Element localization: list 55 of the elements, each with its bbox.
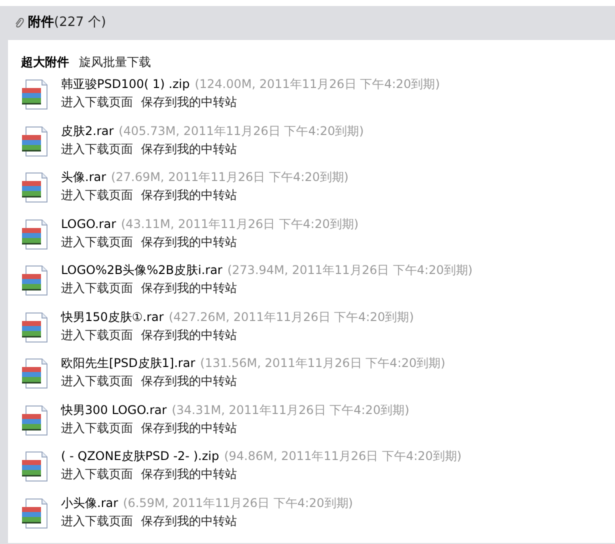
file-action-link[interactable]: 进入下载页面: [61, 140, 133, 158]
file-action-link[interactable]: 保存到我的中转站: [141, 140, 237, 158]
archive-file-icon: [21, 126, 49, 158]
file-action-link[interactable]: 保存到我的中转站: [141, 418, 237, 436]
attachment-count: (227 个): [54, 14, 106, 32]
file-name-link[interactable]: 头像.rar: [61, 168, 106, 186]
file-action-link[interactable]: 进入下载页面: [61, 418, 133, 436]
file-meta: (6.59M, 2011年11月26日 下午4:20到期): [123, 494, 353, 512]
file-meta: (43.11M, 2011年11月26日 下午4:20到期): [121, 216, 359, 232]
file-meta: (427.26M, 2011年11月26日 下午4:20到期): [168, 308, 414, 326]
file-meta: (273.94M, 2011年11月26日 下午4:20到期): [227, 262, 473, 279]
file-action-link[interactable]: 保存到我的中转站: [141, 372, 237, 390]
archive-file-icon: [21, 312, 49, 344]
file-action-link[interactable]: 进入下载页面: [61, 93, 133, 111]
file-action-link[interactable]: 保存到我的中转站: [141, 186, 237, 204]
paperclip-icon: [14, 17, 24, 29]
file-name-link[interactable]: LOGO.rar: [61, 214, 116, 232]
file-action-link[interactable]: 保存到我的中转站: [141, 326, 237, 344]
file-meta: (34.31M, 2011年11月26日 下午4:20到期): [172, 402, 410, 418]
archive-file-icon: [21, 498, 49, 530]
file-action-link[interactable]: 进入下载页面: [61, 186, 133, 204]
file-name-link[interactable]: LOGO%2B头像%2B皮肤i.rar: [61, 261, 222, 279]
header-title: 附件: [28, 14, 54, 32]
file-name-link[interactable]: 小头像.rar: [61, 494, 118, 512]
archive-file-icon: [21, 404, 49, 436]
file-name-link[interactable]: 欧阳先生[PSD皮肤1].rar: [61, 354, 196, 372]
file-meta: (124.00M, 2011年11月26日 下午4:20到期): [194, 76, 440, 93]
file-meta: (405.73M, 2011年11月26日 下午4:20到期): [118, 122, 364, 140]
file-action-link[interactable]: 进入下载页面: [61, 465, 133, 483]
file-action-link[interactable]: 进入下载页面: [61, 232, 133, 250]
file-meta: (27.69M, 2011年11月26日 下午4:20到期): [111, 169, 349, 186]
file-action-link[interactable]: 保存到我的中转站: [141, 279, 237, 297]
section-label: 超大附件: [21, 54, 69, 71]
file-action-link[interactable]: 保存到我的中转站: [141, 465, 237, 483]
file-action-link[interactable]: 保存到我的中转站: [141, 232, 237, 250]
archive-file-icon: [21, 218, 49, 250]
file-action-link[interactable]: 进入下载页面: [61, 279, 133, 297]
archive-file-icon: [21, 79, 49, 111]
archive-file-icon: [21, 358, 49, 390]
file-name-link[interactable]: 快男150皮肤①.rar: [61, 308, 164, 326]
file-action-link[interactable]: 保存到我的中转站: [141, 93, 237, 111]
file-name-link[interactable]: 韩亚骏PSD100( 1) .zip: [61, 75, 190, 93]
file-action-link[interactable]: 保存到我的中转站: [141, 512, 237, 530]
file-action-link[interactable]: 进入下载页面: [61, 372, 133, 390]
archive-file-icon: [21, 172, 49, 204]
file-action-link[interactable]: 进入下载页面: [61, 512, 133, 530]
archive-file-icon: [21, 451, 49, 483]
file-name-link[interactable]: ( - QZONE皮肤PSD -2- ).zip: [61, 447, 220, 465]
file-name-link[interactable]: 快男300 LOGO.rar: [61, 400, 167, 418]
file-action-link[interactable]: 进入下载页面: [61, 326, 133, 344]
file-meta: (94.86M, 2011年11月26日 下午4:20到期): [224, 448, 462, 465]
batch-download-link[interactable]: 旋风批量下载: [79, 53, 151, 71]
file-meta: (131.56M, 2011年11月26日 下午4:20到期): [200, 355, 446, 372]
file-name-link[interactable]: 皮肤2.rar: [61, 122, 114, 140]
archive-file-icon: [21, 265, 49, 297]
